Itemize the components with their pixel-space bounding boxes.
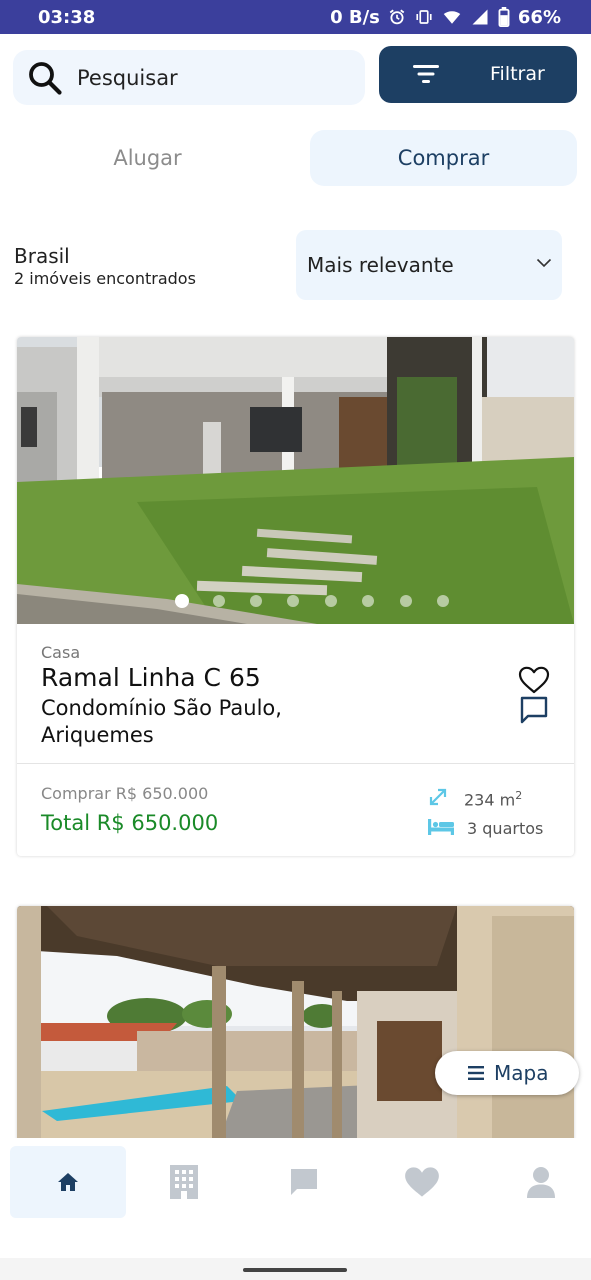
carousel-dot[interactable] xyxy=(362,595,374,607)
map-label: Mapa xyxy=(494,1061,549,1085)
listing-card[interactable] xyxy=(17,906,574,1146)
search-icon xyxy=(29,61,62,95)
sort-select[interactable]: Mais relevante xyxy=(296,230,562,300)
listing-address: Condomínio São Paulo, Ariquemes xyxy=(41,696,282,747)
property-type: Casa xyxy=(41,643,81,662)
purchase-price: Comprar R$ 650.000 xyxy=(41,784,209,803)
filter-label: Filtrar xyxy=(490,63,545,85)
search-bar[interactable] xyxy=(13,50,365,105)
results-count: 2 imóveis encontrados xyxy=(14,269,196,288)
carousel-dot[interactable] xyxy=(437,595,449,607)
total-price: Total R$ 650.000 xyxy=(41,811,219,835)
listing-area: 234 m2 xyxy=(464,789,522,809)
home-icon xyxy=(58,1173,78,1191)
wifi-icon xyxy=(443,11,461,24)
profile-icon xyxy=(527,1167,555,1198)
card-divider xyxy=(17,763,574,764)
area-unit-sup: 2 xyxy=(515,789,523,802)
heart-icon xyxy=(405,1167,439,1197)
carousel-dot[interactable] xyxy=(400,595,412,607)
tab-rent[interactable]: Alugar xyxy=(15,130,280,186)
nav-properties[interactable] xyxy=(126,1146,242,1218)
chevron-down-icon xyxy=(536,258,552,268)
nav-profile[interactable] xyxy=(483,1146,591,1218)
status-time: 03:38 xyxy=(38,6,96,28)
signal-icon xyxy=(472,9,488,25)
listing-street: Ramal Linha C 65 xyxy=(41,663,261,692)
carousel-dot[interactable] xyxy=(213,595,225,607)
nav-home[interactable] xyxy=(10,1146,126,1218)
area-arrows-icon xyxy=(429,788,447,806)
favorite-heart-icon[interactable] xyxy=(518,666,550,694)
nav-messages[interactable] xyxy=(246,1146,362,1218)
pool-house-photo xyxy=(17,906,574,1146)
net-speed: 0 B/s xyxy=(330,6,380,28)
sort-selected-value: Mais relevante xyxy=(307,253,454,277)
bottom-nav xyxy=(0,1138,591,1258)
carousel-dot[interactable] xyxy=(250,595,262,607)
photo-carousel-dots xyxy=(17,594,574,609)
search-input[interactable] xyxy=(77,65,347,90)
vibrate-icon xyxy=(416,10,432,24)
list-icon xyxy=(468,1066,484,1080)
listing-photo[interactable] xyxy=(17,906,574,1146)
area-value: 234 m xyxy=(464,790,516,810)
battery-level: 66% xyxy=(517,6,561,28)
bed-icon xyxy=(428,819,454,835)
nav-favorites[interactable] xyxy=(364,1146,480,1218)
tab-buy[interactable]: Comprar xyxy=(310,130,577,186)
chat-icon xyxy=(291,1169,317,1195)
bedroom-count: 3 quartos xyxy=(467,819,544,838)
building-icon xyxy=(170,1165,198,1199)
map-button[interactable]: Mapa xyxy=(435,1051,579,1095)
status-bar: 03:38 0 B/s 66% xyxy=(0,0,591,34)
listing-card[interactable]: Casa Ramal Linha C 65 Condomínio São Pau… xyxy=(17,337,574,856)
filter-button[interactable]: Filtrar xyxy=(379,46,577,103)
filter-icon xyxy=(413,65,439,83)
carousel-dot[interactable] xyxy=(287,595,299,607)
carousel-dot[interactable] xyxy=(175,594,189,608)
battery-icon xyxy=(498,7,510,27)
house-photo xyxy=(17,337,574,624)
alarm-icon xyxy=(389,9,405,25)
location-title: Brasil xyxy=(14,244,70,268)
system-navigation-bar xyxy=(0,1258,591,1280)
message-icon[interactable] xyxy=(520,696,548,724)
listing-photo[interactable] xyxy=(17,337,574,624)
status-icons: 0 B/s 66% xyxy=(330,7,561,28)
home-gesture-pill[interactable] xyxy=(243,1268,347,1272)
carousel-dot[interactable] xyxy=(325,595,337,607)
